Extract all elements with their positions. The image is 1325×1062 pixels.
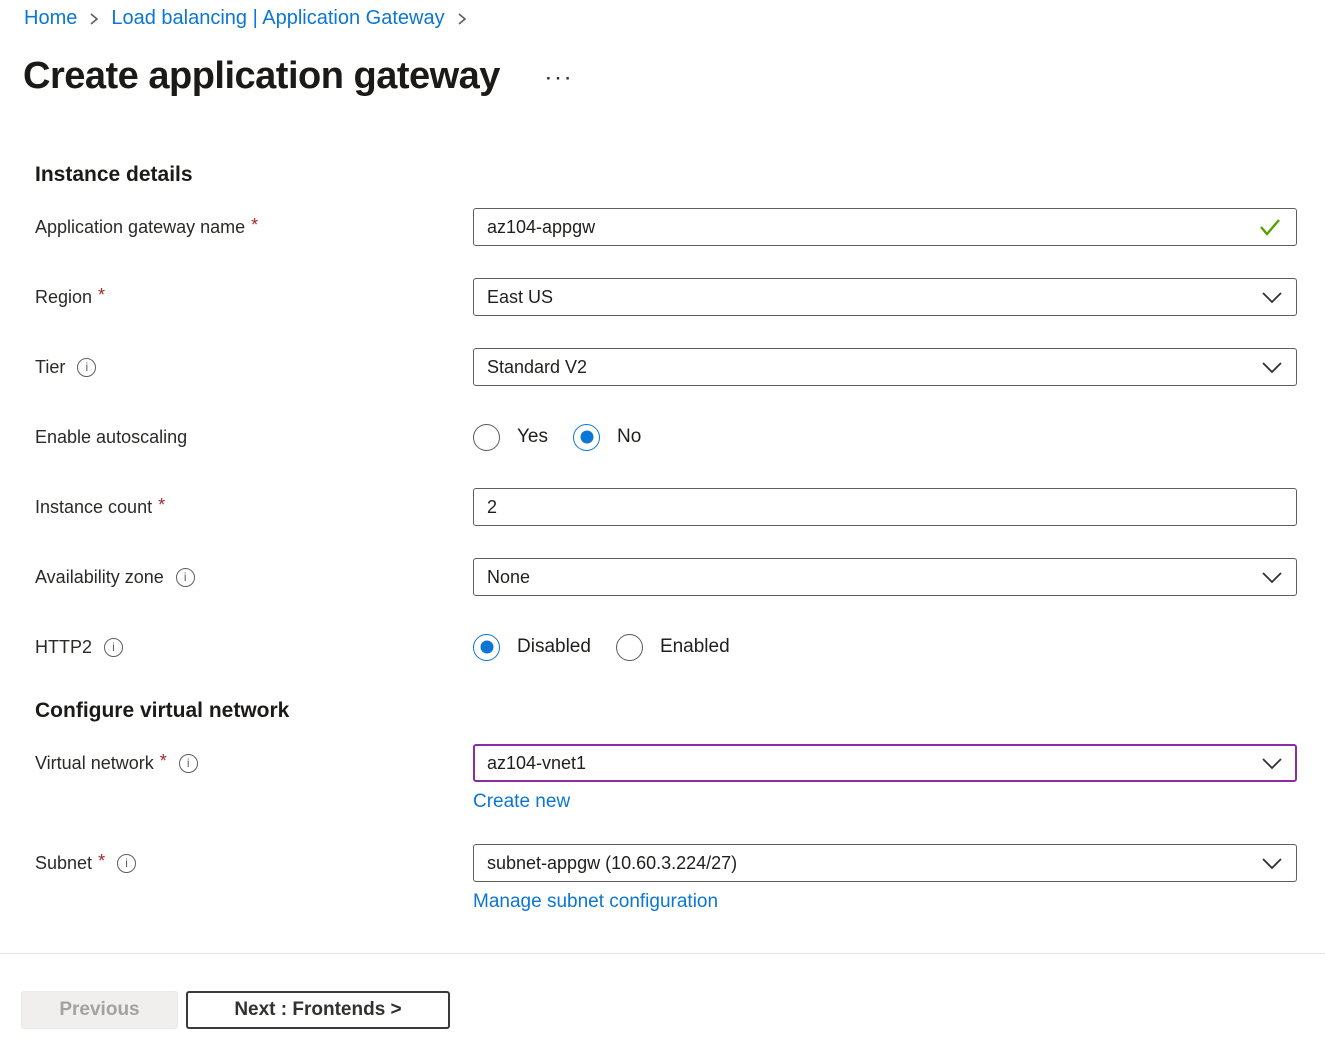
- input-value: 2: [487, 497, 497, 518]
- form-row-subnet: Subnet * i subnet-appgw (10.60.3.224/27)…: [35, 844, 1297, 913]
- http2-radio-group: Disabled Enabled: [473, 628, 1297, 666]
- radio-label[interactable]: Yes: [517, 426, 548, 448]
- app-gateway-name-input[interactable]: az104-appgw: [473, 208, 1297, 246]
- autoscaling-yes-radio[interactable]: Yes: [473, 424, 548, 451]
- form-row-virtual-network: Virtual network * i az104-vnet1 Create n…: [35, 744, 1297, 813]
- chevron-down-icon: [1261, 855, 1283, 871]
- instance-count-label: Instance count *: [35, 488, 473, 526]
- virtual-network-label: Virtual network * i: [35, 744, 473, 782]
- page-title: Create application gateway: [23, 54, 500, 98]
- required-asterisk: *: [158, 495, 165, 520]
- previous-button: Previous: [21, 991, 178, 1029]
- label-text: Availability zone: [35, 567, 164, 588]
- chevron-down-icon: [1261, 359, 1283, 375]
- chevron-down-icon: [1261, 755, 1283, 771]
- enable-autoscaling-label: Enable autoscaling: [35, 418, 473, 456]
- label-text: Tier: [35, 357, 65, 378]
- form-content: Instance details Application gateway nam…: [0, 162, 1325, 913]
- availability-zone-dropdown[interactable]: None: [473, 558, 1297, 596]
- tier-dropdown[interactable]: Standard V2: [473, 348, 1297, 386]
- chevron-down-icon: [1261, 289, 1283, 305]
- http2-enabled-radio[interactable]: Enabled: [616, 634, 730, 661]
- chevron-down-icon: [1261, 569, 1283, 585]
- availability-zone-label: Availability zone i: [35, 558, 473, 596]
- radio-label[interactable]: Disabled: [517, 636, 591, 658]
- info-icon[interactable]: i: [104, 638, 123, 657]
- dropdown-value: None: [487, 567, 530, 588]
- label-text: HTTP2: [35, 637, 92, 658]
- radio-label[interactable]: No: [617, 426, 641, 448]
- radio-circle-icon[interactable]: [473, 424, 500, 451]
- info-icon[interactable]: i: [176, 568, 195, 587]
- form-row-availability-zone: Availability zone i None: [35, 558, 1297, 596]
- form-row-enable-autoscaling: Enable autoscaling Yes No: [35, 418, 1297, 456]
- breadcrumb-home-link[interactable]: Home: [24, 6, 77, 30]
- instance-count-input[interactable]: 2: [473, 488, 1297, 526]
- http2-disabled-radio[interactable]: Disabled: [473, 634, 591, 661]
- label-text: Application gateway name: [35, 217, 245, 238]
- form-row-instance-count: Instance count * 2: [35, 488, 1297, 526]
- wizard-footer: Previous Next : Frontends >: [21, 991, 1325, 1029]
- dropdown-value: Standard V2: [487, 357, 587, 378]
- more-options-button[interactable]: ···: [546, 69, 575, 89]
- form-row-app-gateway-name: Application gateway name * az104-appgw: [35, 208, 1297, 246]
- subnet-dropdown[interactable]: subnet-appgw (10.60.3.224/27): [473, 844, 1297, 882]
- info-icon[interactable]: i: [179, 754, 198, 773]
- form-row-http2: HTTP2 i Disabled Enabled: [35, 628, 1297, 666]
- radio-label[interactable]: Enabled: [660, 636, 730, 658]
- required-asterisk: *: [98, 851, 105, 876]
- breadcrumb-load-balancing-link[interactable]: Load balancing | Application Gateway: [111, 6, 444, 30]
- section-heading-instance-details: Instance details: [35, 162, 1297, 187]
- valid-checkmark-icon: [1257, 216, 1283, 238]
- breadcrumb: Home Load balancing | Application Gatewa…: [24, 6, 1325, 30]
- create-new-link[interactable]: Create new: [473, 791, 570, 813]
- radio-circle-icon[interactable]: [573, 424, 600, 451]
- required-asterisk: *: [160, 751, 167, 776]
- radio-circle-icon[interactable]: [616, 634, 643, 661]
- http2-label: HTTP2 i: [35, 628, 473, 666]
- next-frontends-button[interactable]: Next : Frontends >: [186, 991, 450, 1029]
- enable-autoscaling-radio-group: Yes No: [473, 418, 1297, 456]
- autoscaling-no-radio[interactable]: No: [573, 424, 641, 451]
- section-heading-configure-virtual-network: Configure virtual network: [35, 698, 1297, 723]
- tier-label: Tier i: [35, 348, 473, 386]
- label-text: Region: [35, 287, 92, 308]
- dropdown-value: East US: [487, 287, 553, 308]
- virtual-network-dropdown[interactable]: az104-vnet1: [473, 744, 1297, 782]
- info-icon[interactable]: i: [117, 854, 136, 873]
- form-row-tier: Tier i Standard V2: [35, 348, 1297, 386]
- app-gateway-name-label: Application gateway name *: [35, 208, 473, 246]
- label-text: Subnet: [35, 853, 92, 874]
- label-text: Enable autoscaling: [35, 427, 187, 448]
- subnet-label: Subnet * i: [35, 844, 473, 882]
- dropdown-value: subnet-appgw (10.60.3.224/27): [487, 853, 737, 874]
- dropdown-value: az104-vnet1: [487, 753, 586, 774]
- info-icon[interactable]: i: [77, 358, 96, 377]
- radio-circle-icon[interactable]: [473, 634, 500, 661]
- page-header: Create application gateway ···: [23, 54, 1325, 98]
- label-text: Virtual network: [35, 753, 154, 774]
- footer-divider: [0, 953, 1325, 954]
- input-value: az104-appgw: [487, 217, 595, 238]
- label-text: Instance count: [35, 497, 152, 518]
- chevron-right-icon: [87, 11, 101, 27]
- region-dropdown[interactable]: East US: [473, 278, 1297, 316]
- region-label: Region *: [35, 278, 473, 316]
- manage-subnet-configuration-link[interactable]: Manage subnet configuration: [473, 891, 718, 913]
- form-row-region: Region * East US: [35, 278, 1297, 316]
- required-asterisk: *: [98, 285, 105, 310]
- chevron-right-icon: [455, 11, 469, 27]
- required-asterisk: *: [251, 215, 258, 240]
